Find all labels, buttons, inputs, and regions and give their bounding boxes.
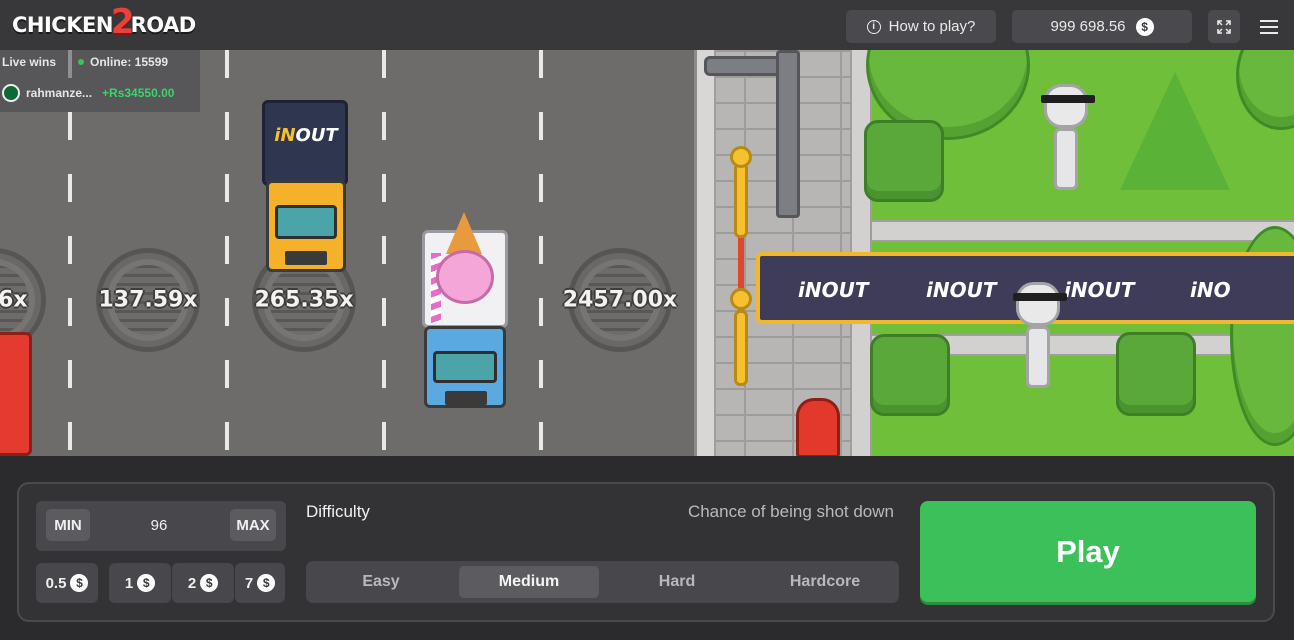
difficulty-hard[interactable]: Hard — [607, 566, 747, 598]
live-wins-title: Live wins — [2, 55, 57, 69]
info-icon: i — [866, 19, 881, 34]
bush — [870, 334, 950, 416]
quick-bet-value: 7 — [244, 574, 254, 592]
online-count-label: Online: 15599 — [90, 55, 169, 69]
quick-bet-button[interactable]: 7 $ — [235, 563, 285, 603]
quick-bet-value: 1 — [124, 574, 134, 592]
game-logo: CHICKEN 2 ROAD — [12, 2, 197, 42]
truck-brand-logo: iNOUT — [274, 125, 338, 146]
logo-text-road: ROAD — [130, 13, 197, 37]
banner-logo: iNOUT — [926, 278, 997, 302]
manhole-multiplier[interactable]: 2457.00x — [563, 248, 677, 352]
bush — [1116, 332, 1196, 416]
dollar-coin-icon: $ — [1135, 17, 1154, 36]
hamburger-menu-icon — [1260, 19, 1278, 34]
max-bet-button[interactable]: MAX — [230, 509, 276, 541]
balance-value: 999 698.56 — [1050, 18, 1126, 35]
multiplier-label: 137.59x — [98, 287, 198, 313]
statue — [1041, 84, 1095, 208]
dollar-coin-icon: $ — [257, 574, 276, 592]
difficulty-medium[interactable]: Medium — [459, 566, 599, 598]
barrier-post-top — [730, 146, 752, 168]
barrier-post-top — [730, 288, 752, 310]
truck-windshield — [275, 205, 337, 239]
statue-head — [1041, 84, 1095, 128]
multiplier-label: 265.35x — [254, 287, 354, 313]
winner-amount: +Rs34550.00 — [102, 86, 175, 100]
truck-cargo-box: iNOUT — [262, 100, 348, 186]
park-wall — [850, 220, 1294, 242]
how-to-play-label: How to play? — [888, 18, 976, 35]
ice-cream-scoop — [436, 250, 494, 304]
delivery-truck: iNOUT — [262, 100, 352, 276]
logo-text-chicken: CHICKEN — [12, 13, 113, 37]
truck-windshield — [433, 351, 497, 383]
min-bet-button[interactable]: MIN — [46, 509, 90, 541]
statue-pillar — [1026, 326, 1050, 388]
quick-bet-button[interactable]: 0.5 $ — [36, 563, 98, 603]
quick-bet-button[interactable]: 1 $ — [109, 563, 171, 603]
ice-cream-cone-icon — [446, 212, 482, 254]
quick-bet-button[interactable]: 2 $ — [172, 563, 234, 603]
flag-icon — [2, 84, 20, 102]
menu-button[interactable] — [1254, 10, 1284, 43]
difficulty-label: Difficulty — [306, 502, 370, 521]
live-win-entry: rahmanze... +Rs34550.00 — [2, 84, 174, 102]
barrier-post — [734, 162, 748, 238]
fullscreen-button[interactable] — [1208, 10, 1240, 43]
curb — [694, 50, 716, 456]
balance-display: 999 698.56 $ — [1012, 10, 1192, 43]
statue-pillar — [1054, 128, 1078, 190]
quick-bet-value: 0.5 — [45, 574, 67, 592]
multiplier-label: 2457.00x — [562, 287, 678, 313]
street-lamp — [776, 50, 800, 218]
red-vehicle — [0, 332, 32, 456]
fire-hydrant — [796, 398, 840, 456]
dollar-coin-icon: $ — [200, 574, 219, 592]
bet-amount-input[interactable] — [110, 509, 208, 541]
how-to-play-button[interactable]: i How to play? — [846, 10, 996, 43]
lane-divider — [539, 50, 543, 456]
manhole-multiplier[interactable]: 137.59x — [96, 248, 200, 352]
game-app: CHICKEN 2 ROAD i How to play? 999 698.56… — [0, 0, 1294, 640]
multiplier-label: 6x — [0, 287, 28, 313]
bush — [864, 120, 944, 202]
banner-logo: iNOUT — [1064, 278, 1135, 302]
barrier-post — [734, 310, 748, 386]
difficulty-easy[interactable]: Easy — [311, 566, 451, 598]
difficulty-hardcore[interactable]: Hardcore — [755, 566, 895, 598]
banner-logo: iNO — [1190, 278, 1231, 302]
sunglasses-icon — [1013, 293, 1067, 301]
truck-cab — [266, 180, 346, 272]
chance-label: Chance of being shot down — [687, 502, 894, 521]
lane-divider — [382, 50, 386, 456]
truck-grill — [285, 251, 327, 265]
winner-name: rahmanze... — [26, 86, 93, 100]
live-wins-panel: Live wins Online: 15599 rahmanze... +Rs3… — [0, 50, 200, 112]
top-bar: CHICKEN 2 ROAD i How to play? 999 698.56… — [0, 0, 1294, 50]
ice-cream-truck — [418, 212, 514, 408]
sunglasses-icon — [1041, 95, 1095, 103]
ice-cream-truck-cab — [424, 326, 506, 408]
truck-grill — [445, 391, 487, 405]
play-button[interactable]: Play — [920, 501, 1256, 602]
quick-bet-value: 2 — [187, 574, 197, 592]
online-dot-icon — [78, 59, 84, 65]
dollar-coin-icon: $ — [70, 574, 89, 592]
online-count: Online: 15599 — [78, 55, 168, 69]
fullscreen-icon — [1217, 19, 1231, 34]
statue — [1013, 282, 1067, 406]
statue-head — [1013, 282, 1067, 326]
dollar-coin-icon: $ — [137, 574, 156, 592]
lane-divider — [225, 50, 229, 456]
banner-logo: iNOUT — [798, 278, 869, 302]
